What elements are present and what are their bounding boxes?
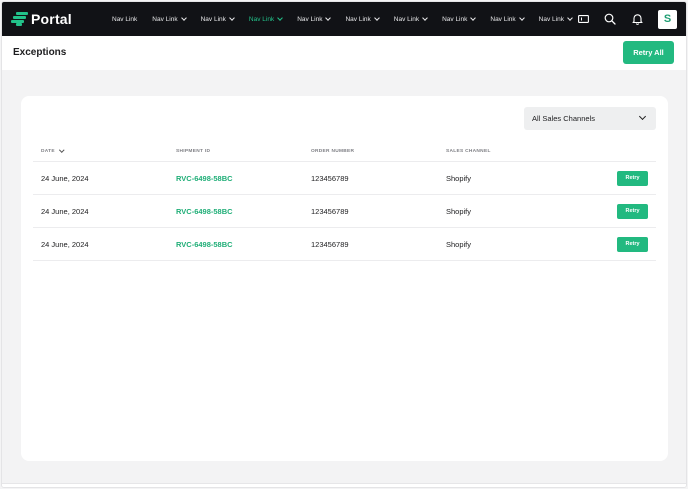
- sales-channel-cell: Shopify: [446, 239, 472, 249]
- column-header-date-label: DATE: [41, 148, 55, 154]
- date-cell: 24 June, 2024: [41, 206, 89, 216]
- nav-link-label: Nav Link: [490, 15, 516, 23]
- nav-link-5[interactable]: Nav Link: [297, 14, 332, 23]
- app-window: Portal Nav Link Nav Link Nav Link Nav Link N…: [1, 1, 687, 488]
- top-nav-bar: Portal Nav Link Nav Link Nav Link Nav Link N…: [2, 2, 686, 36]
- chevron-down-icon: [638, 112, 647, 121]
- column-header-shipment-id: SHIPMENT ID: [176, 148, 211, 154]
- table-header: DATE SHIPMENT ID ORDER NUMBER SALES CHAN…: [33, 141, 656, 162]
- nav-link-8[interactable]: Nav Link: [442, 14, 477, 23]
- nav-link-label: Nav Link: [152, 15, 178, 23]
- column-header-sales-channel: SALES CHANNEL: [446, 148, 491, 154]
- sort-chevron-icon: [59, 147, 65, 152]
- nav-link-label: Nav Link: [248, 15, 275, 23]
- sales-channel-cell: Shopify: [446, 173, 472, 183]
- exceptions-table: DATE SHIPMENT ID ORDER NUMBER SALES CHAN…: [33, 141, 656, 261]
- nav-link-4[interactable]: Nav Link: [248, 14, 284, 23]
- chevron-down-icon: [277, 14, 284, 21]
- nav-link-7[interactable]: Nav Link: [393, 14, 428, 23]
- bottom-strip: [2, 483, 686, 487]
- logo[interactable]: Portal: [11, 11, 72, 27]
- shipment-id-link[interactable]: RVC-6498-58BC: [176, 240, 233, 249]
- table-body: 24 June, 2024 RVC-6498-58BC 123456789 Shopi…: [33, 162, 656, 261]
- shipment-id-link[interactable]: RVC-6498-58BC: [176, 207, 233, 216]
- bell-icon[interactable]: [628, 10, 646, 28]
- ticket-icon[interactable]: [574, 10, 592, 28]
- exceptions-card: All Sales Channels DATE SHIPMENT ID ORDE…: [21, 96, 668, 461]
- retry-button[interactable]: Retry: [617, 170, 648, 186]
- nav-link-label: Nav Link: [200, 15, 226, 23]
- logo-mark-icon: [11, 12, 28, 26]
- column-header-order-number: ORDER NUMBER: [311, 148, 355, 154]
- table-row: 24 June, 2024 RVC-6498-58BC 123456789 Shopi…: [33, 228, 656, 261]
- shipment-id-link[interactable]: RVC-6498-58BC: [176, 174, 233, 183]
- nav-link-6[interactable]: Nav Link: [345, 14, 380, 23]
- retry-button[interactable]: Retry: [617, 203, 648, 219]
- nav-link-label: Nav Link: [442, 15, 468, 23]
- search-icon[interactable]: [601, 10, 619, 28]
- retry-all-button[interactable]: Retry All: [623, 41, 674, 64]
- date-cell: 24 June, 2024: [41, 173, 89, 183]
- chevron-down-icon: [470, 14, 477, 21]
- sales-channel-cell: Shopify: [446, 206, 472, 216]
- order-number-cell: 123456789: [311, 239, 349, 249]
- nav-link-2[interactable]: Nav Link: [152, 14, 187, 23]
- nav-link-9[interactable]: Nav Link: [490, 14, 525, 23]
- order-number-cell: 123456789: [311, 206, 349, 216]
- nav-link-label: Nav Link: [112, 15, 138, 23]
- sales-channel-select-value: All Sales Channels: [532, 114, 595, 123]
- nav-link-label: Nav Link: [297, 15, 323, 23]
- page-header: Exceptions Retry All: [2, 36, 686, 70]
- nav-link-label: Nav Link: [345, 15, 371, 23]
- nav-link-label: Nav Link: [538, 15, 564, 23]
- order-number-cell: 123456789: [311, 173, 349, 183]
- chevron-down-icon: [180, 14, 187, 21]
- retry-button[interactable]: Retry: [617, 236, 648, 252]
- avatar[interactable]: S: [658, 9, 677, 29]
- nav-link-label: Nav Link: [393, 15, 420, 23]
- nav-link-3[interactable]: Nav Link: [200, 14, 235, 23]
- table-row: 24 June, 2024 RVC-6498-58BC 123456789 Shopi…: [33, 195, 656, 228]
- nav-link-1[interactable]: Nav Link: [112, 16, 137, 23]
- logo-text: Portal: [31, 11, 72, 27]
- sales-channel-select[interactable]: All Sales Channels: [524, 107, 656, 130]
- page-title: Exceptions: [13, 47, 67, 58]
- nav-links: Nav Link Nav Link Nav Link Nav Link Nav Link…: [112, 2, 587, 36]
- table-row: 24 June, 2024 RVC-6498-58BC 123456789 Shopi…: [33, 162, 656, 195]
- chevron-down-icon: [373, 14, 380, 21]
- chevron-down-icon: [422, 14, 428, 21]
- nav-icon-group: S: [565, 2, 677, 36]
- chevron-down-icon: [518, 14, 525, 21]
- date-cell: 24 June, 2024: [41, 239, 89, 249]
- column-header-date[interactable]: DATE: [41, 147, 65, 154]
- chevron-down-icon: [325, 14, 332, 21]
- chevron-down-icon: [229, 14, 235, 21]
